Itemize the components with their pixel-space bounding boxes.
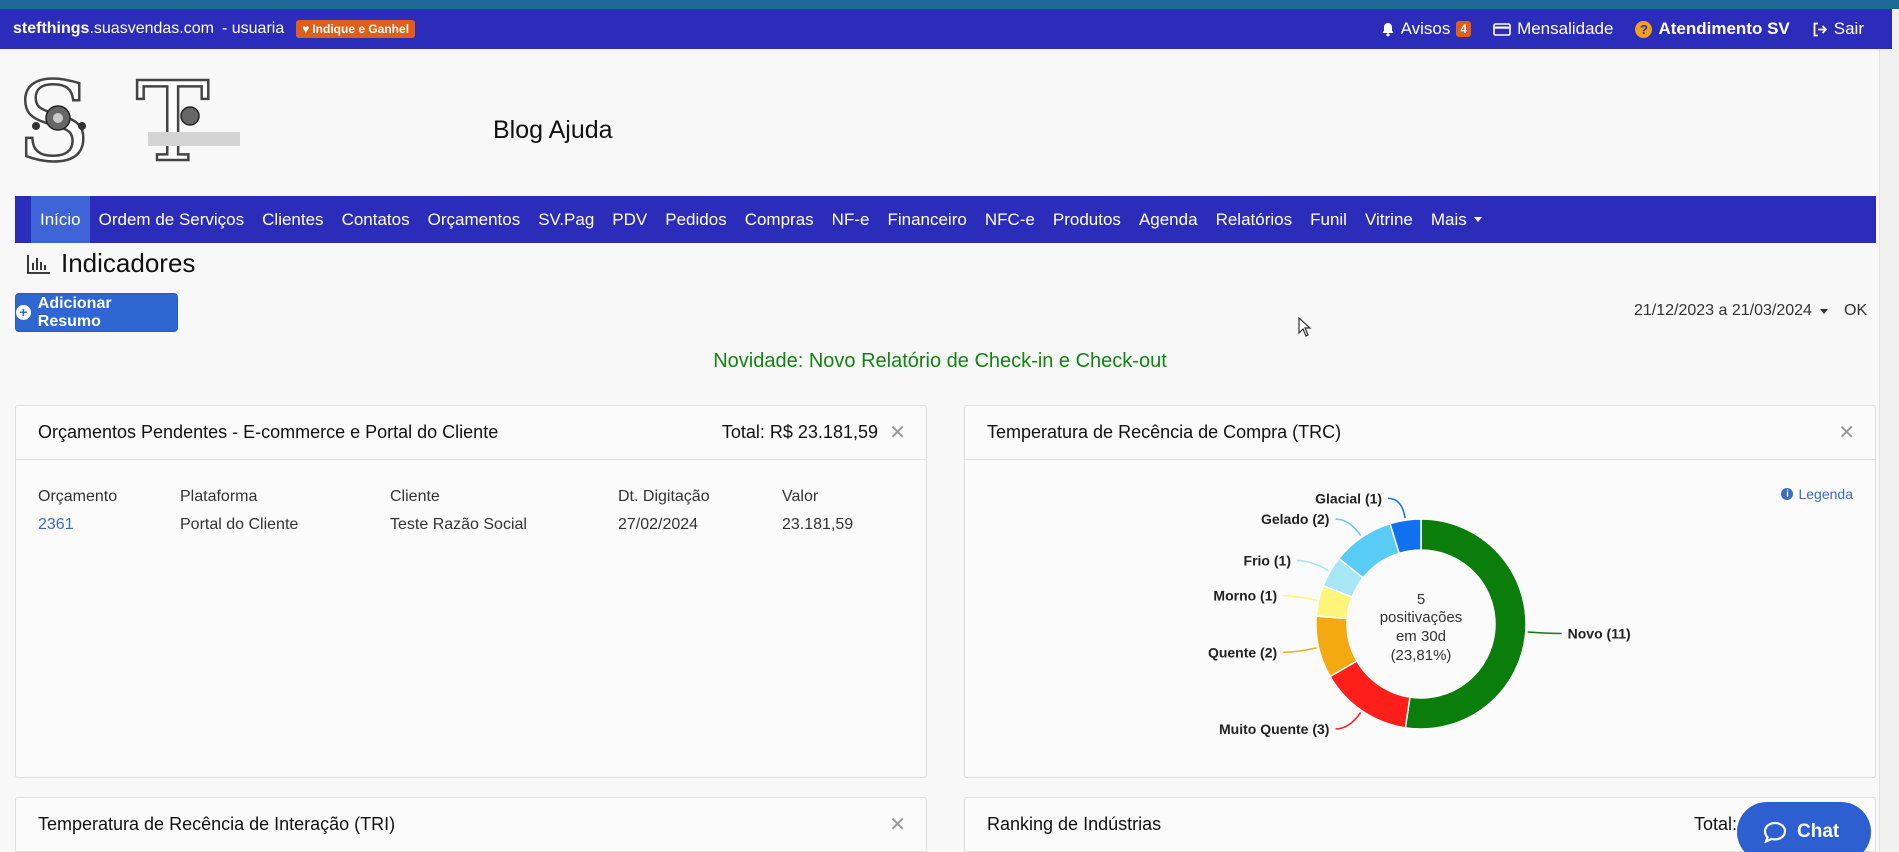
card-header: Temperatura de Recência de Compra (TRC) … [965, 406, 1875, 460]
credit-card-icon [1493, 22, 1511, 36]
blog-ajuda-link[interactable]: Blog Ajuda [493, 116, 613, 145]
logout-icon [1813, 22, 1828, 36]
plus-circle-icon: + [16, 305, 31, 320]
username: - usuaria [221, 20, 285, 37]
mensalidade-link[interactable]: Mensalidade [1493, 19, 1613, 39]
column-header: Dt. Digitação [618, 488, 710, 505]
indique-badge[interactable]: ♥ Indique e Ganhel [296, 20, 416, 38]
svg-text:T: T [136, 72, 209, 172]
card-title: Temperatura de Recência de Compra (TRC) [987, 422, 1342, 442]
nav-mais-dropdown[interactable]: Mais [1422, 196, 1491, 243]
column-header: Plataforma [180, 488, 258, 505]
nav-financeiro[interactable]: Financeiro [878, 196, 975, 243]
page-scrollbar[interactable] [1879, 9, 1899, 852]
donut-leader-line [1283, 594, 1317, 601]
donut-leader-line [1335, 518, 1362, 537]
table-cell: Portal do Cliente [180, 516, 299, 533]
ok-button[interactable]: OK [1844, 302, 1867, 320]
donut-label: Morno (1) [1213, 588, 1277, 604]
card-header: Temperatura de Recência de Interação (TR… [16, 798, 926, 852]
close-icon[interactable]: ✕ [1838, 420, 1855, 445]
column-header: Valor [782, 488, 819, 505]
help-icon: ? [1635, 20, 1653, 38]
orcamento-number-link[interactable]: 2361 [38, 516, 180, 534]
donut-label: Novo (11) [1568, 625, 1631, 641]
nav-agenda[interactable]: Agenda [1130, 196, 1207, 243]
nav-inicio[interactable]: Início [31, 196, 90, 243]
nav-produtos[interactable]: Produtos [1044, 196, 1130, 243]
atendimento-link[interactable]: ? Atendimento SV [1635, 19, 1790, 39]
card-header: Orçamentos Pendentes - E-commerce e Port… [16, 406, 926, 460]
column-header: Orçamento [38, 488, 118, 505]
nav-clientes[interactable]: Clientes [253, 196, 332, 243]
trc-donut-chart: Novo (11) Muito Quente (3) Quente (2) Morno… [1208, 490, 1631, 737]
donut-label: Glacial (1) [1315, 490, 1382, 506]
date-range-dropdown[interactable]: 21/12/2023 a 21/03/2024 [1634, 302, 1828, 320]
donut-label: Gelado (2) [1261, 511, 1329, 527]
chevron-down-icon [1819, 308, 1828, 314]
nav-ordem-de-servicos[interactable]: Ordem de Serviços [90, 196, 254, 243]
tri-card: Temperatura de Recência de Interação (TR… [15, 797, 927, 852]
nav-vitrine[interactable]: Vitrine [1356, 196, 1422, 243]
store-logo[interactable]: S T [14, 72, 242, 172]
bar-chart-icon [27, 254, 50, 274]
donut-leader-line [1388, 497, 1406, 519]
novidade-banner-link[interactable]: Novidade: Novo Relatório de Check-in e C… [0, 350, 1880, 373]
donut-slice-muito-quente[interactable] [1329, 659, 1411, 729]
nav-funil[interactable]: Funil [1301, 196, 1356, 243]
avisos-count-badge: 4 [1456, 21, 1472, 37]
nav-relatorios[interactable]: Relatórios [1207, 196, 1302, 243]
orcamentos-table: Orçamento Plataforma Cliente Dt. Digitaç… [38, 488, 902, 534]
nav-contatos[interactable]: Contatos [333, 196, 419, 243]
avisos-link[interactable]: Avisos 4 [1381, 19, 1472, 39]
table-cell: Teste Razão Social [390, 516, 527, 533]
mouse-cursor-icon [1298, 317, 1312, 337]
bell-icon [1382, 22, 1394, 36]
donut-leader-line [1283, 647, 1317, 654]
table-cell: 27/02/2024 [618, 516, 699, 533]
close-icon[interactable]: ✕ [889, 812, 906, 837]
column-header: Cliente [390, 488, 440, 505]
browser-top-strip [0, 0, 1899, 9]
card-title: Ranking de Indústrias [987, 814, 1162, 834]
donut-center-line: em 30d [1396, 628, 1446, 645]
top-bar-actions: Avisos 4 Mensalidade ? Atendimento SV Sa… [1381, 9, 1864, 49]
site-name[interactable]: stefthings.suasvendas.com [13, 20, 214, 38]
main-nav: Início Ordem de Serviços Clientes Contat… [15, 196, 1876, 243]
donut-leader-line [1335, 711, 1362, 730]
nav-pedidos[interactable]: Pedidos [656, 196, 735, 243]
donut-leader-line [1297, 559, 1329, 572]
chevron-down-icon [1473, 217, 1482, 222]
orcamentos-pendentes-card: Orçamentos Pendentes - E-commerce e Port… [15, 405, 927, 778]
nav-svpag[interactable]: SV.Pag [529, 196, 603, 243]
card-total: Total: R$ 23.181,59 [721, 422, 878, 442]
trc-card: Temperatura de Recência de Compra (TRC) … [964, 405, 1876, 778]
nav-compras[interactable]: Compras [736, 196, 823, 243]
card-title: Temperatura de Recência de Interação (TR… [38, 814, 396, 834]
donut-label: Quente (2) [1208, 644, 1277, 660]
nav-nfce[interactable]: NFC-e [976, 196, 1044, 243]
chat-button[interactable]: Chat [1737, 802, 1871, 852]
donut-center-count: 5 [1417, 591, 1425, 608]
table-cell: 23.181,59 [782, 516, 854, 533]
page-title: Indicadores [27, 248, 195, 279]
adicionar-resumo-button[interactable]: + Adicionar Resumo [15, 293, 178, 332]
heart-icon: ♥ [302, 22, 310, 36]
nav-pdv[interactable]: PDV [603, 196, 656, 243]
chat-bubble-icon [1763, 821, 1787, 843]
donut-leader-line [1527, 631, 1562, 635]
donut-label: Muito Quente (3) [1219, 721, 1329, 737]
donut-center-line: positivações [1380, 609, 1463, 626]
top-bar: stefthings.suasvendas.com - usuaria ♥ In… [0, 9, 1892, 49]
card-title: Orçamentos Pendentes - E-commerce e Port… [38, 422, 499, 442]
donut-label: Frio (1) [1244, 553, 1291, 569]
nav-orcamentos[interactable]: Orçamentos [419, 196, 530, 243]
donut-center-line: (23,81%) [1391, 647, 1452, 664]
nav-nfe[interactable]: NF-e [823, 196, 879, 243]
close-icon[interactable]: ✕ [889, 420, 906, 445]
sair-link[interactable]: Sair [1812, 19, 1864, 39]
